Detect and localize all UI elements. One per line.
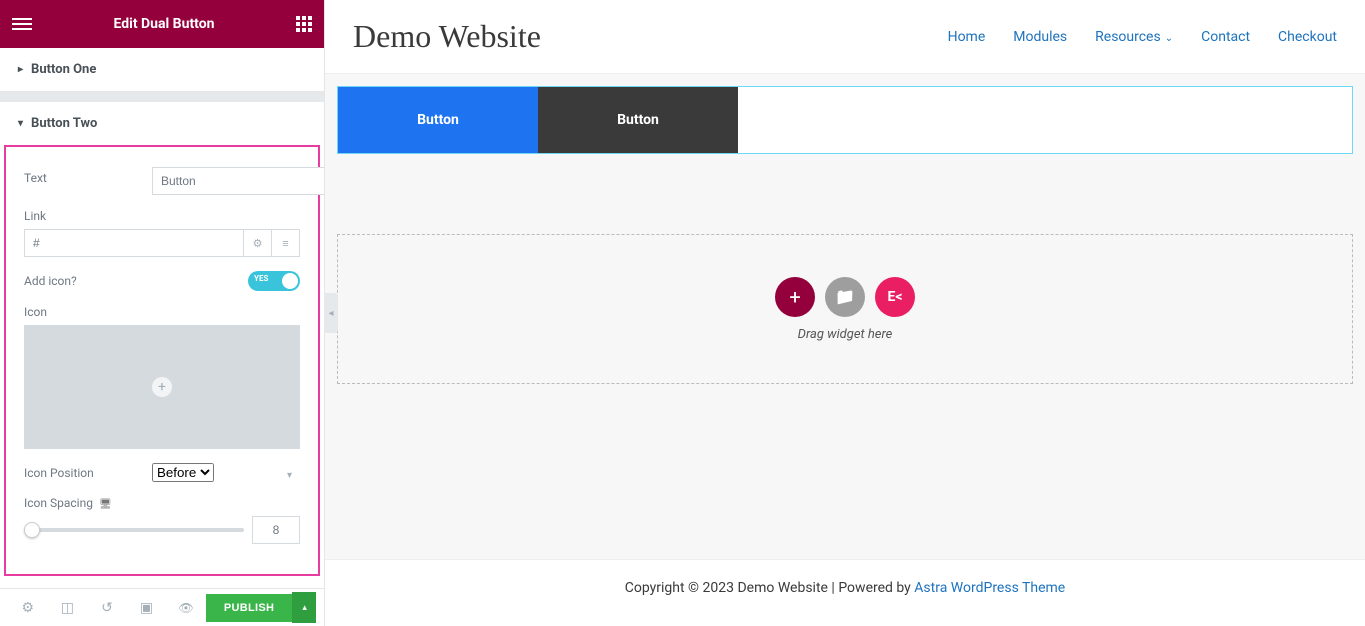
accordion-label: Button Two: [31, 116, 97, 131]
caret-down-icon: ▾: [18, 118, 23, 129]
caret-right-icon: ▸: [18, 64, 23, 75]
accordion-label: Button One: [31, 62, 96, 77]
hamburger-menu-icon[interactable]: [12, 18, 32, 30]
drop-zone-actions: + E<: [775, 277, 915, 317]
icon-picker[interactable]: +: [24, 325, 300, 449]
icon-position-label: Icon Position: [24, 466, 94, 480]
dynamic-tags-icon[interactable]: [272, 229, 300, 257]
site-title: Demo Website: [353, 18, 541, 55]
toggle-knob: [282, 273, 298, 289]
preview-eye-icon[interactable]: [166, 589, 206, 626]
nav-contact[interactable]: Contact: [1201, 29, 1250, 45]
text-field-label: Text: [24, 171, 47, 185]
canvas: Button Button + E< Drag widget here: [325, 74, 1365, 559]
accordion-button-one[interactable]: ▸ Button One: [0, 48, 324, 91]
collapse-handle-icon[interactable]: ◂: [324, 293, 338, 333]
link-field-label: Link: [24, 209, 300, 223]
button-text-input[interactable]: [152, 167, 324, 195]
accordion-gap: [0, 92, 324, 102]
drop-zone[interactable]: + E< Drag widget here: [337, 234, 1353, 384]
publish-button[interactable]: PUBLISH: [206, 594, 292, 622]
elementskit-icon[interactable]: E<: [875, 277, 915, 317]
accordion-button-two[interactable]: ▾ Button Two: [0, 102, 324, 145]
footer-text: Copyright © 2023 Demo Website | Powered …: [625, 580, 915, 596]
add-section-icon[interactable]: +: [775, 277, 815, 317]
link-options-icon[interactable]: [244, 229, 272, 257]
site-header: Demo Website Home Modules Resources⌄ Con…: [325, 0, 1365, 74]
dual-button-widget[interactable]: Button Button: [337, 86, 1353, 154]
sidebar-header: Edit Dual Button: [0, 0, 324, 48]
open-templates-icon[interactable]: [825, 277, 865, 317]
icon-spacing-number[interactable]: [252, 516, 300, 544]
preview-pane: Demo Website Home Modules Resources⌄ Con…: [325, 0, 1365, 626]
plus-circle-icon: +: [152, 377, 172, 397]
chevron-down-icon: ⌄: [1165, 33, 1173, 44]
toggle-yes-text: YES: [254, 274, 268, 283]
sidebar-footer: ◫ ▣ PUBLISH ▴: [0, 588, 324, 626]
icon-spacing-slider[interactable]: [24, 528, 244, 532]
responsive-icon[interactable]: [99, 496, 112, 510]
footer-theme-link[interactable]: Astra WordPress Theme: [914, 580, 1065, 596]
apps-grid-icon[interactable]: [296, 16, 312, 32]
site-footer: Copyright © 2023 Demo Website | Powered …: [325, 559, 1365, 626]
history-icon[interactable]: [87, 589, 127, 626]
icon-position-select[interactable]: Before: [152, 463, 214, 482]
nav-checkout[interactable]: Checkout: [1278, 29, 1337, 45]
dual-button-two[interactable]: Button: [538, 87, 738, 153]
settings-icon[interactable]: [8, 589, 48, 626]
sidebar-title: Edit Dual Button: [32, 16, 296, 32]
publish-options-caret[interactable]: ▴: [292, 592, 316, 623]
slider-handle[interactable]: [24, 522, 40, 538]
icon-field-label: Icon: [24, 305, 300, 319]
icon-spacing-label: Icon Spacing: [24, 496, 300, 510]
drop-zone-text: Drag widget here: [798, 327, 893, 342]
dual-button-one[interactable]: Button: [338, 87, 538, 153]
navigator-icon[interactable]: ◫: [48, 589, 88, 626]
add-icon-toggle[interactable]: YES: [248, 271, 300, 291]
editor-sidebar: Edit Dual Button ▸ Button One ▾ Button T…: [0, 0, 325, 626]
site-nav: Home Modules Resources⌄ Contact Checkout: [948, 29, 1337, 45]
nav-modules[interactable]: Modules: [1013, 29, 1067, 45]
accordion-content: Text Link: [4, 145, 320, 576]
nav-resources[interactable]: Resources⌄: [1095, 29, 1173, 45]
add-icon-label: Add icon?: [24, 274, 77, 288]
responsive-mode-icon[interactable]: ▣: [127, 589, 167, 626]
nav-home[interactable]: Home: [948, 29, 986, 45]
link-input[interactable]: [24, 229, 244, 257]
